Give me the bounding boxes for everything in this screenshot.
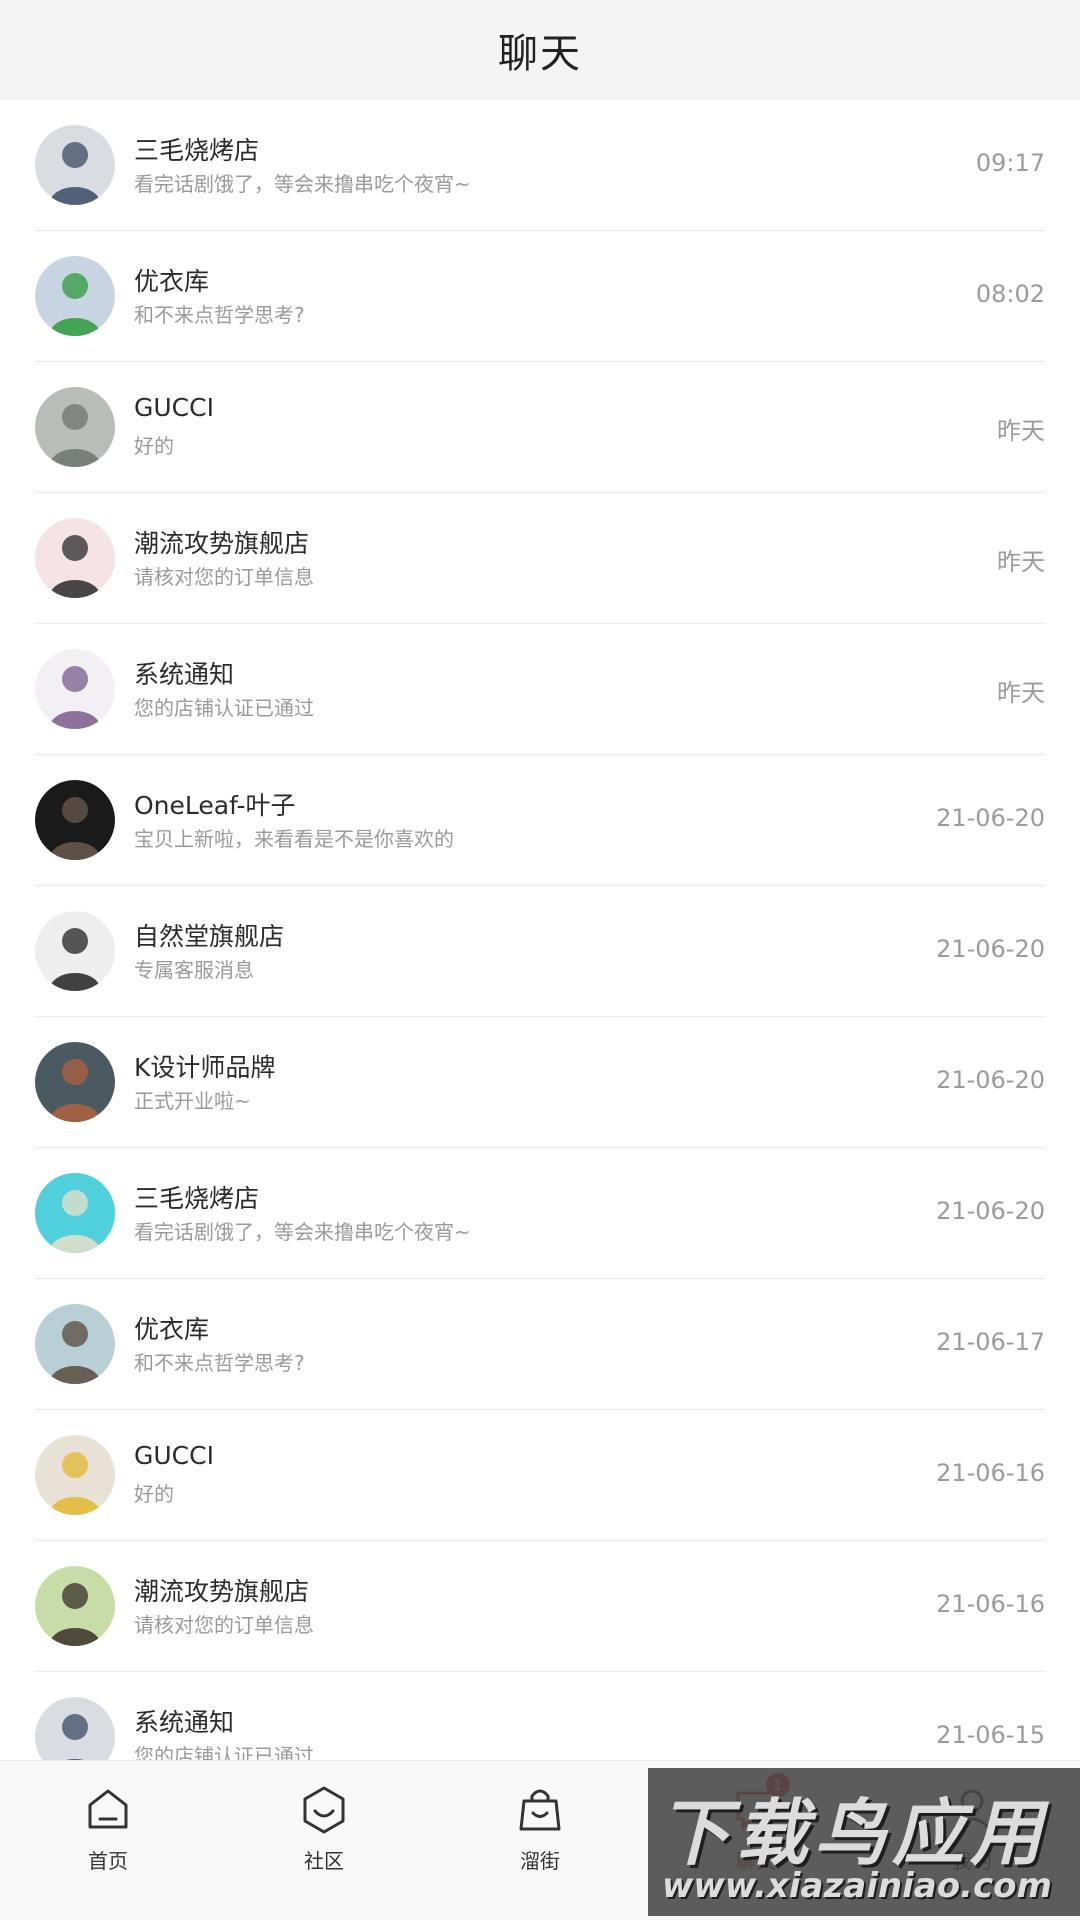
chat-last-message: 专属客服消息 [134, 958, 254, 982]
chat-timestamp: 21-06-16 [936, 1459, 1045, 1487]
chat-list-item[interactable]: 优衣库和不来点哲学思考? 08:02 [35, 231, 1045, 362]
tab-label: 首页 [88, 1849, 128, 1873]
chat-list-item[interactable]: 潮流攻势旗舰店请核对您的订单信息 昨天 [35, 493, 1045, 624]
chat-last-message: 看完话剧饿了，等会来撸串吃个夜宵~ [134, 172, 471, 196]
chat-timestamp: 21-06-20 [936, 1066, 1045, 1094]
chat-timestamp: 21-06-17 [936, 1328, 1045, 1356]
tab-label: 社区 [304, 1849, 344, 1873]
chat-timestamp: 昨天 [997, 417, 1045, 445]
page-title: 聊天 [498, 31, 582, 77]
chat-timestamp: 09:17 [975, 149, 1045, 177]
chat-name: 优衣库 [134, 267, 210, 296]
chat-last-message: 请核对您的订单信息 [134, 1613, 314, 1637]
street-scene-avatar-icon [35, 1042, 115, 1122]
chat-name: GUCCI [134, 393, 214, 422]
baby-yellow-avatar-icon [35, 1435, 115, 1515]
chat-list-item[interactable]: 自然堂旗舰店专属客服消息 21-06-20 [35, 886, 1045, 1017]
chat-last-message: 您的店铺认证已通过 [134, 1744, 314, 1760]
shopping-bag-icon [514, 1783, 566, 1839]
chat-name: 潮流攻势旗舰店 [134, 529, 310, 558]
tab-label: 溜街 [520, 1849, 560, 1873]
girl-outdoor-avatar-icon [35, 1304, 115, 1384]
chat-name: K设计师品牌 [134, 1053, 276, 1082]
chat-name: OneLeaf-叶子 [134, 791, 296, 820]
tab-community[interactable]: 社区 [216, 1761, 432, 1920]
chat-list[interactable]: 三毛烧烤店 看完话剧饿了，等会来撸串吃个夜宵~ 09:17 优衣库 和不来点哲学思考? 0… [0, 100, 1080, 1760]
chat-list-item[interactable]: 三毛烧烤店看完话剧饿了，等会来撸串吃个夜宵~ 09:17 [35, 100, 1045, 231]
chat-list-item[interactable]: 优衣库和不来点哲学思考? 21-06-17 [35, 1279, 1045, 1410]
tab-home[interactable]: 首页 [0, 1761, 216, 1920]
chat-list-item[interactable]: 系统通知您的店铺认证已通过 昨天 [35, 624, 1045, 755]
chat-timestamp: 昨天 [997, 548, 1045, 576]
chat-list-item[interactable]: 三毛烧烤店看完话剧饿了，等会来撸串吃个夜宵~ 21-06-20 [35, 1148, 1045, 1279]
chat-name: 三毛烧烤店 [134, 1184, 260, 1213]
tab-shopping-bag[interactable]: 溜街 [432, 1761, 648, 1920]
chat-timestamp: 21-06-20 [936, 1197, 1045, 1225]
chat-last-message: 您的店铺认证已通过 [134, 696, 314, 720]
man-portrait-avatar-icon [35, 387, 115, 467]
child-green-shirt-avatar-icon [35, 256, 115, 336]
chat-name: 三毛烧烤店 [134, 136, 260, 165]
chat-timestamp: 08:02 [975, 280, 1045, 308]
chat-timestamp: 21-06-20 [936, 935, 1045, 963]
boy-photo-avatar-icon [35, 125, 115, 205]
chat-last-message: 请核对您的订单信息 [134, 565, 314, 589]
chat-last-message: 正式开业啦~ [134, 1089, 251, 1113]
chat-timestamp: 昨天 [997, 679, 1045, 707]
chat-last-message: 好的 [134, 434, 174, 458]
chat-name: 自然堂旗舰店 [134, 922, 285, 951]
chat-name: 潮流攻势旗舰店 [134, 1577, 310, 1606]
chat-last-message: 和不来点哲学思考? [134, 1351, 305, 1375]
chat-list-item[interactable]: K设计师品牌正式开业啦~ 21-06-20 [35, 1017, 1045, 1148]
chat-list-item[interactable]: GUCCI 好的 21-06-16 [35, 1410, 1045, 1541]
chat-list-item[interactable]: GUCCI 好的 昨天 [35, 362, 1045, 493]
watermark-logo: 下载鸟应用 www.xiazainiao.com [648, 1768, 1080, 1916]
chat-name: 系统通知 [134, 660, 235, 689]
chat-name: 优衣库 [134, 1315, 210, 1344]
chat-last-message: 看完话剧饿了，等会来撸串吃个夜宵~ [134, 1220, 471, 1244]
header-bar: 聊天 [0, 0, 1080, 100]
chat-timestamp: 21-06-16 [936, 1590, 1045, 1618]
community-icon [298, 1783, 350, 1839]
chat-list-item[interactable]: 系统通知您的店铺认证已通过 21-06-15 [35, 1672, 1045, 1760]
boy-photo-avatar-icon [35, 1697, 115, 1760]
chat-last-message: 和不来点哲学思考? [134, 303, 305, 327]
swirl-art-avatar-icon [35, 911, 115, 991]
girl-illustration-avatar-icon [35, 518, 115, 598]
chat-name: GUCCI [134, 1441, 214, 1470]
dark-portrait-avatar-icon [35, 780, 115, 860]
chat-timestamp: 21-06-20 [936, 804, 1045, 832]
home-icon [82, 1783, 134, 1839]
chat-last-message: 宝贝上新啦，来看看是不是你喜欢的 [134, 827, 454, 851]
chat-list-item[interactable]: 潮流攻势旗舰店请核对您的订单信息 21-06-16 [35, 1541, 1045, 1672]
chat-timestamp: 21-06-15 [936, 1721, 1045, 1749]
chat-last-message: 好的 [134, 1482, 174, 1506]
chat-screen: 聊天 三毛烧烤店 看完话剧饿了，等会来撸串吃个夜宵~ 09:17 优衣库 和不来点哲学思… [0, 0, 1080, 1920]
watermark-title: 下载鸟应用 [658, 1791, 1049, 1875]
girl-braids-avatar-icon [35, 1566, 115, 1646]
chat-name: 系统通知 [134, 1708, 235, 1737]
watermark-url: www.xiazainiao.com [662, 1866, 1052, 1906]
girl-teal-background-avatar-icon [35, 1173, 115, 1253]
anime-girl-avatar-icon [35, 649, 115, 729]
chat-list-item[interactable]: OneLeaf-叶子宝贝上新啦，来看看是不是你喜欢的 21-06-20 [35, 755, 1045, 886]
